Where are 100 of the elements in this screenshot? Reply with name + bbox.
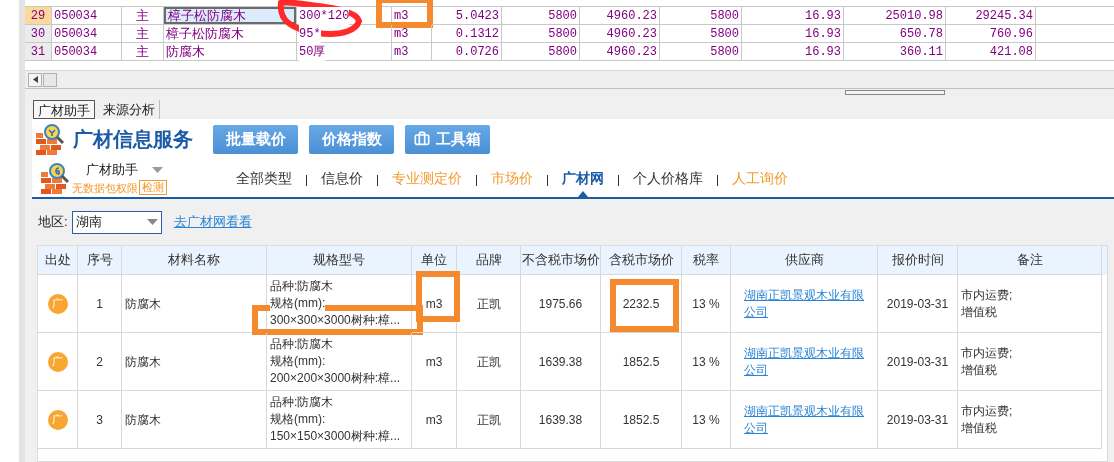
table-cell-text: m3 <box>425 411 443 429</box>
supplier-link[interactable]: 湖南正凯景观木业有限公司 <box>744 286 866 321</box>
table-cell: 正凯 <box>457 333 521 391</box>
scroll-thumb[interactable] <box>43 72 57 87</box>
check-button[interactable]: 检测 <box>139 180 167 196</box>
source-badge: 广 <box>47 409 68 430</box>
nav-tab[interactable]: 信息价 <box>321 159 363 197</box>
table-cell: 1975.66 <box>521 275 601 333</box>
table-cell-text: 1852.5 <box>622 353 660 371</box>
table-cell-text: m3 <box>425 353 443 371</box>
column-header: 报价时间 <box>878 246 958 275</box>
table-cell: 樟子松防腐木 <box>164 25 297 43</box>
table-cell: 13 % <box>682 275 731 333</box>
source-badge: 广 <box>47 351 68 372</box>
table-cell: 650.78 <box>844 25 946 43</box>
table-cell: 4960.23 <box>580 43 660 61</box>
column-header: 含税市场价 <box>601 246 682 275</box>
table-cell: 050034 <box>52 25 122 43</box>
caret-icon[interactable] <box>152 166 163 173</box>
nav-tab[interactable]: 人工询价 <box>732 159 788 197</box>
table-cell: 3 <box>78 391 122 449</box>
table-cell: 4960.23 <box>580 7 660 25</box>
row-number: 29 <box>25 7 52 25</box>
nav-tab[interactable]: 专业测定价 <box>392 159 462 197</box>
column-header: 不含税市场价 <box>521 246 601 275</box>
column-header: 税率 <box>682 246 731 275</box>
table-cell: 16.93 <box>742 43 844 61</box>
table-cell: 主 <box>122 25 164 43</box>
table-cell: 正凯 <box>457 275 521 333</box>
toolbar-button[interactable]: 价格指数 <box>309 124 394 154</box>
toolbar-button[interactable]: 批量载价 <box>213 124 298 154</box>
scroll-left-button[interactable] <box>28 72 42 87</box>
note-line: 市内运费; <box>961 344 1013 362</box>
table-cell-text: m3 <box>425 295 443 313</box>
note-line: 市内运费; <box>961 402 1013 420</box>
table-cell: 5800 <box>502 25 580 43</box>
row-number: 30 <box>25 25 52 43</box>
toolbar-button[interactable]: 工具箱 <box>405 124 490 154</box>
table-cell-text: 1852.5 <box>622 411 660 429</box>
note-line: 增值税 <box>961 361 997 379</box>
note-line: 增值税 <box>961 419 997 437</box>
table-cell: 13 % <box>682 391 731 449</box>
table-cell: 主 <box>122 43 164 61</box>
table-cell: 0.1312 <box>432 25 502 43</box>
column-header: 材料名称 <box>122 246 267 275</box>
account-name: 广材助手 <box>86 161 138 179</box>
table-cell: 1639.38 <box>521 391 601 449</box>
table-cell-text: m3 <box>394 25 409 43</box>
column-header: 规格型号 <box>267 246 412 275</box>
table-cell: 5800 <box>660 25 742 43</box>
table-cell-text: m3 <box>394 7 409 25</box>
table-cell: 5800 <box>502 7 580 25</box>
table-cell-text: 2232.5 <box>622 295 660 313</box>
note-line: 增值税 <box>961 303 997 321</box>
table-cell: 29245.34 <box>946 7 1036 25</box>
brick-logo-icon <box>40 162 70 194</box>
table-cell: 正凯 <box>457 391 521 449</box>
note-line: 市内运费; <box>961 286 1013 304</box>
table-cell: 1639.38 <box>521 333 601 391</box>
brick-logo-icon <box>35 123 65 155</box>
row-number: 31 <box>25 43 52 61</box>
table-cell: 4960.23 <box>580 25 660 43</box>
table-cell: 防腐木 <box>122 275 267 333</box>
table-cell: 5800 <box>660 43 742 61</box>
table-cell: 360.11 <box>844 43 946 61</box>
table-cell: 13 % <box>682 333 731 391</box>
table-cell: 1 <box>78 275 122 333</box>
nav-tab[interactable]: 广材网 <box>562 159 604 197</box>
region-select[interactable]: 湖南 <box>71 210 162 234</box>
table-cell: 2019-03-31 <box>878 275 958 333</box>
view-site-link[interactable]: 去广材网看看 <box>173 212 252 232</box>
region-label: 地区: <box>38 213 68 232</box>
table-cell: 050034 <box>52 43 122 61</box>
table-cell: 2019-03-31 <box>878 333 958 391</box>
table-cell: 25010.98 <box>844 7 946 25</box>
nav-tab[interactable]: 市场价 <box>491 159 533 197</box>
panel-tab[interactable]: 广材助手 <box>33 100 95 119</box>
table-cell-text: m3 <box>394 43 409 61</box>
column-header: 单位 <box>412 246 457 275</box>
splitter-handle[interactable] <box>845 90 945 95</box>
toolbox-icon <box>414 131 430 147</box>
table-cell: 760.96 <box>946 25 1036 43</box>
left-arrow-icon <box>32 76 38 83</box>
table-cell: 2 <box>78 333 122 391</box>
table-cell: 防腐木 <box>122 333 267 391</box>
source-badge: 广 <box>47 293 68 314</box>
table-cell: 421.08 <box>946 43 1036 61</box>
table-cell: 5800 <box>502 43 580 61</box>
table-cell: 2019-03-31 <box>878 391 958 449</box>
column-header: 出处 <box>38 246 78 275</box>
nav-tab[interactable]: 个人价格库 <box>633 159 703 197</box>
table-cell: 050034 <box>52 7 122 25</box>
cell-editor[interactable]: 樟子松防腐木 <box>164 7 296 24</box>
supplier-link[interactable]: 湖南正凯景观木业有限公司 <box>744 344 866 379</box>
nav-tab[interactable]: 全部类型 <box>236 159 292 197</box>
table-cell: 5.0423 <box>432 7 502 25</box>
table-cell: 16.93 <box>742 25 844 43</box>
service-title: 广材信息服务 <box>73 127 193 152</box>
supplier-link[interactable]: 湖南正凯景观木业有限公司 <box>744 402 866 437</box>
column-header: 品牌 <box>457 246 521 275</box>
